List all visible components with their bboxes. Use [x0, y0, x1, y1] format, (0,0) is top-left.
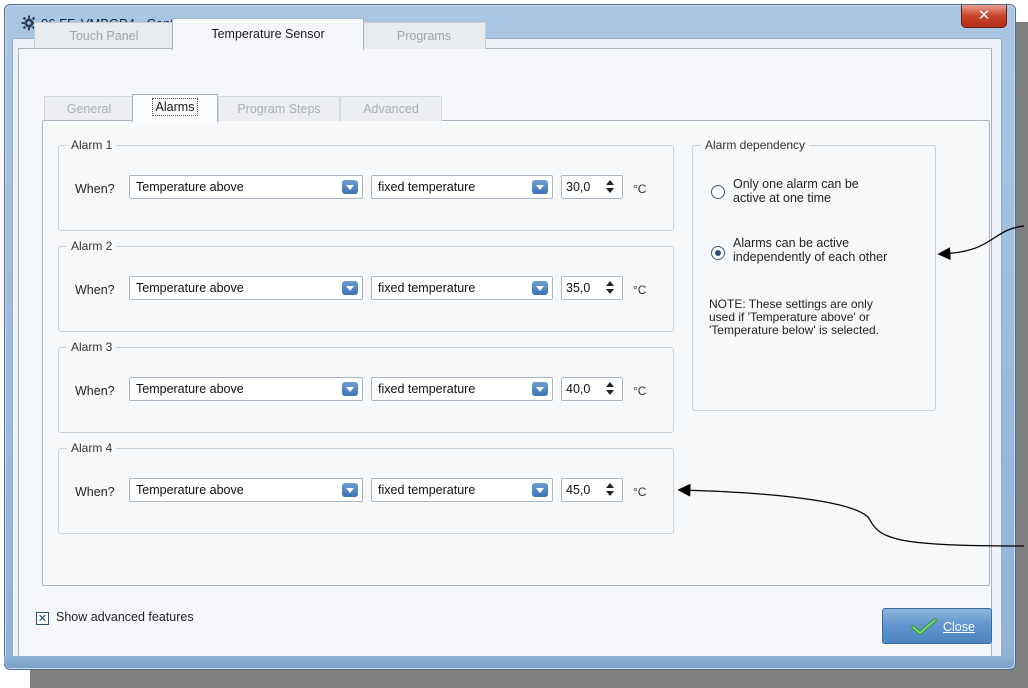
radio-only-one-line1: Only one alarm can be	[733, 177, 859, 191]
note-line-3: 'Temperature below' is selected.	[709, 323, 879, 337]
alarm-dependency-label: Alarm dependency	[701, 138, 810, 152]
radio-independent-line1: Alarms can be active	[733, 236, 850, 250]
alarm-2-label: Alarm 2	[67, 239, 117, 253]
radio-independent-alarms-label[interactable]: Alarms can be active independently of ea…	[733, 236, 887, 264]
spin-updown-icon[interactable]	[606, 482, 616, 498]
alarm-3-temperature-value: 40,0	[566, 382, 591, 396]
subtab-advanced[interactable]: Advanced	[340, 96, 442, 121]
chevron-down-icon[interactable]	[342, 281, 358, 295]
window-close-button[interactable]: ✕	[961, 5, 1007, 28]
alarm-2-temperature-value: 35,0	[566, 281, 591, 295]
alarm-4-mode-select[interactable]: fixed temperature	[371, 478, 553, 502]
chevron-down-icon[interactable]	[342, 483, 358, 497]
alarm-3-mode-select[interactable]: fixed temperature	[371, 377, 553, 401]
close-button[interactable]: Close	[882, 608, 992, 644]
alarm-2-when-label: When?	[75, 283, 115, 297]
alarm-1-group: Alarm 1 When? Temperature above fixed te…	[58, 138, 674, 231]
alarm-3-label: Alarm 3	[67, 340, 117, 354]
subtab-program-steps[interactable]: Program Steps	[218, 96, 340, 121]
alarm-1-condition-value: Temperature above	[136, 180, 244, 194]
alarm-2-unit: °C	[633, 283, 647, 297]
chevron-down-icon[interactable]	[532, 483, 548, 497]
subtab-alarms-label: Alarms	[151, 98, 199, 116]
alarm-2-mode-value: fixed temperature	[378, 281, 476, 295]
alarm-dependency-group: Alarm dependency Only one alarm can be a…	[692, 138, 936, 411]
alarm-4-label: Alarm 4	[67, 441, 117, 455]
alarm-1-unit: °C	[633, 182, 647, 196]
alarm-2-mode-select[interactable]: fixed temperature	[371, 276, 553, 300]
close-button-label: Close	[943, 620, 975, 634]
radio-independent-line2: independently of each other	[733, 250, 888, 264]
radio-only-one-alarm-label[interactable]: Only one alarm can be active at one time	[733, 177, 859, 205]
radio-only-one-line2: active at one time	[733, 191, 831, 205]
alarm-4-unit: °C	[633, 485, 647, 499]
alarm-4-condition-select[interactable]: Temperature above	[129, 478, 363, 502]
alarm-1-mode-value: fixed temperature	[378, 180, 476, 194]
alarm-3-when-label: When?	[75, 384, 115, 398]
alarm-4-temperature-value: 45,0	[566, 483, 591, 497]
dependency-note: NOTE: These settings are only used if 'T…	[709, 298, 879, 337]
chevron-down-icon[interactable]	[342, 180, 358, 194]
alarm-4-condition-value: Temperature above	[136, 483, 244, 497]
alarm-3-group: Alarm 3 When? Temperature above fixed te…	[58, 340, 674, 433]
checkmark-icon	[911, 618, 937, 635]
window-shadow-bottom	[30, 668, 1022, 688]
window-shadow-right	[1014, 22, 1028, 688]
alarm-3-temperature-stepper[interactable]: 40,0	[561, 377, 623, 401]
show-advanced-label[interactable]: Show advanced features	[56, 610, 194, 624]
alarm-2-group: Alarm 2 When? Temperature above fixed te…	[58, 239, 674, 332]
alarm-3-condition-value: Temperature above	[136, 382, 244, 396]
note-line-1: NOTE: These settings are only	[709, 297, 873, 311]
alarm-1-mode-select[interactable]: fixed temperature	[371, 175, 553, 199]
radio-only-one-alarm[interactable]	[711, 185, 725, 199]
alarm-3-condition-select[interactable]: Temperature above	[129, 377, 363, 401]
spin-updown-icon[interactable]	[606, 179, 616, 195]
chevron-down-icon[interactable]	[532, 180, 548, 194]
chevron-down-icon[interactable]	[532, 281, 548, 295]
chevron-down-icon[interactable]	[342, 382, 358, 396]
alarm-2-condition-value: Temperature above	[136, 281, 244, 295]
show-advanced-checkbox[interactable]: ✕	[36, 612, 49, 625]
tab-temperature-sensor[interactable]: Temperature Sensor	[172, 18, 364, 50]
alarm-4-when-label: When?	[75, 485, 115, 499]
alarm-2-temperature-stepper[interactable]: 35,0	[561, 276, 623, 300]
alarm-1-temperature-stepper[interactable]: 30,0	[561, 175, 623, 199]
alarm-2-condition-select[interactable]: Temperature above	[129, 276, 363, 300]
subtab-general[interactable]: General	[44, 96, 134, 121]
spin-updown-icon[interactable]	[606, 280, 616, 296]
tab-programs[interactable]: Programs	[362, 22, 486, 49]
chevron-down-icon[interactable]	[532, 382, 548, 396]
alarm-1-temperature-value: 30,0	[566, 180, 591, 194]
spin-updown-icon[interactable]	[606, 381, 616, 397]
alarm-3-mode-value: fixed temperature	[378, 382, 476, 396]
alarm-4-group: Alarm 4 When? Temperature above fixed te…	[58, 441, 674, 534]
window-bottom-border	[4, 656, 1014, 668]
alarm-1-when-label: When?	[75, 182, 115, 196]
alarm-1-label: Alarm 1	[67, 138, 117, 152]
radio-independent-alarms[interactable]	[711, 246, 725, 260]
alarm-4-mode-value: fixed temperature	[378, 483, 476, 497]
subtab-alarms[interactable]: Alarms	[132, 94, 218, 122]
tab-touch-panel[interactable]: Touch Panel	[34, 22, 174, 49]
note-line-2: used if 'Temperature above' or	[709, 310, 870, 324]
alarm-4-temperature-stepper[interactable]: 45,0	[561, 478, 623, 502]
alarm-1-condition-select[interactable]: Temperature above	[129, 175, 363, 199]
alarm-3-unit: °C	[633, 384, 647, 398]
